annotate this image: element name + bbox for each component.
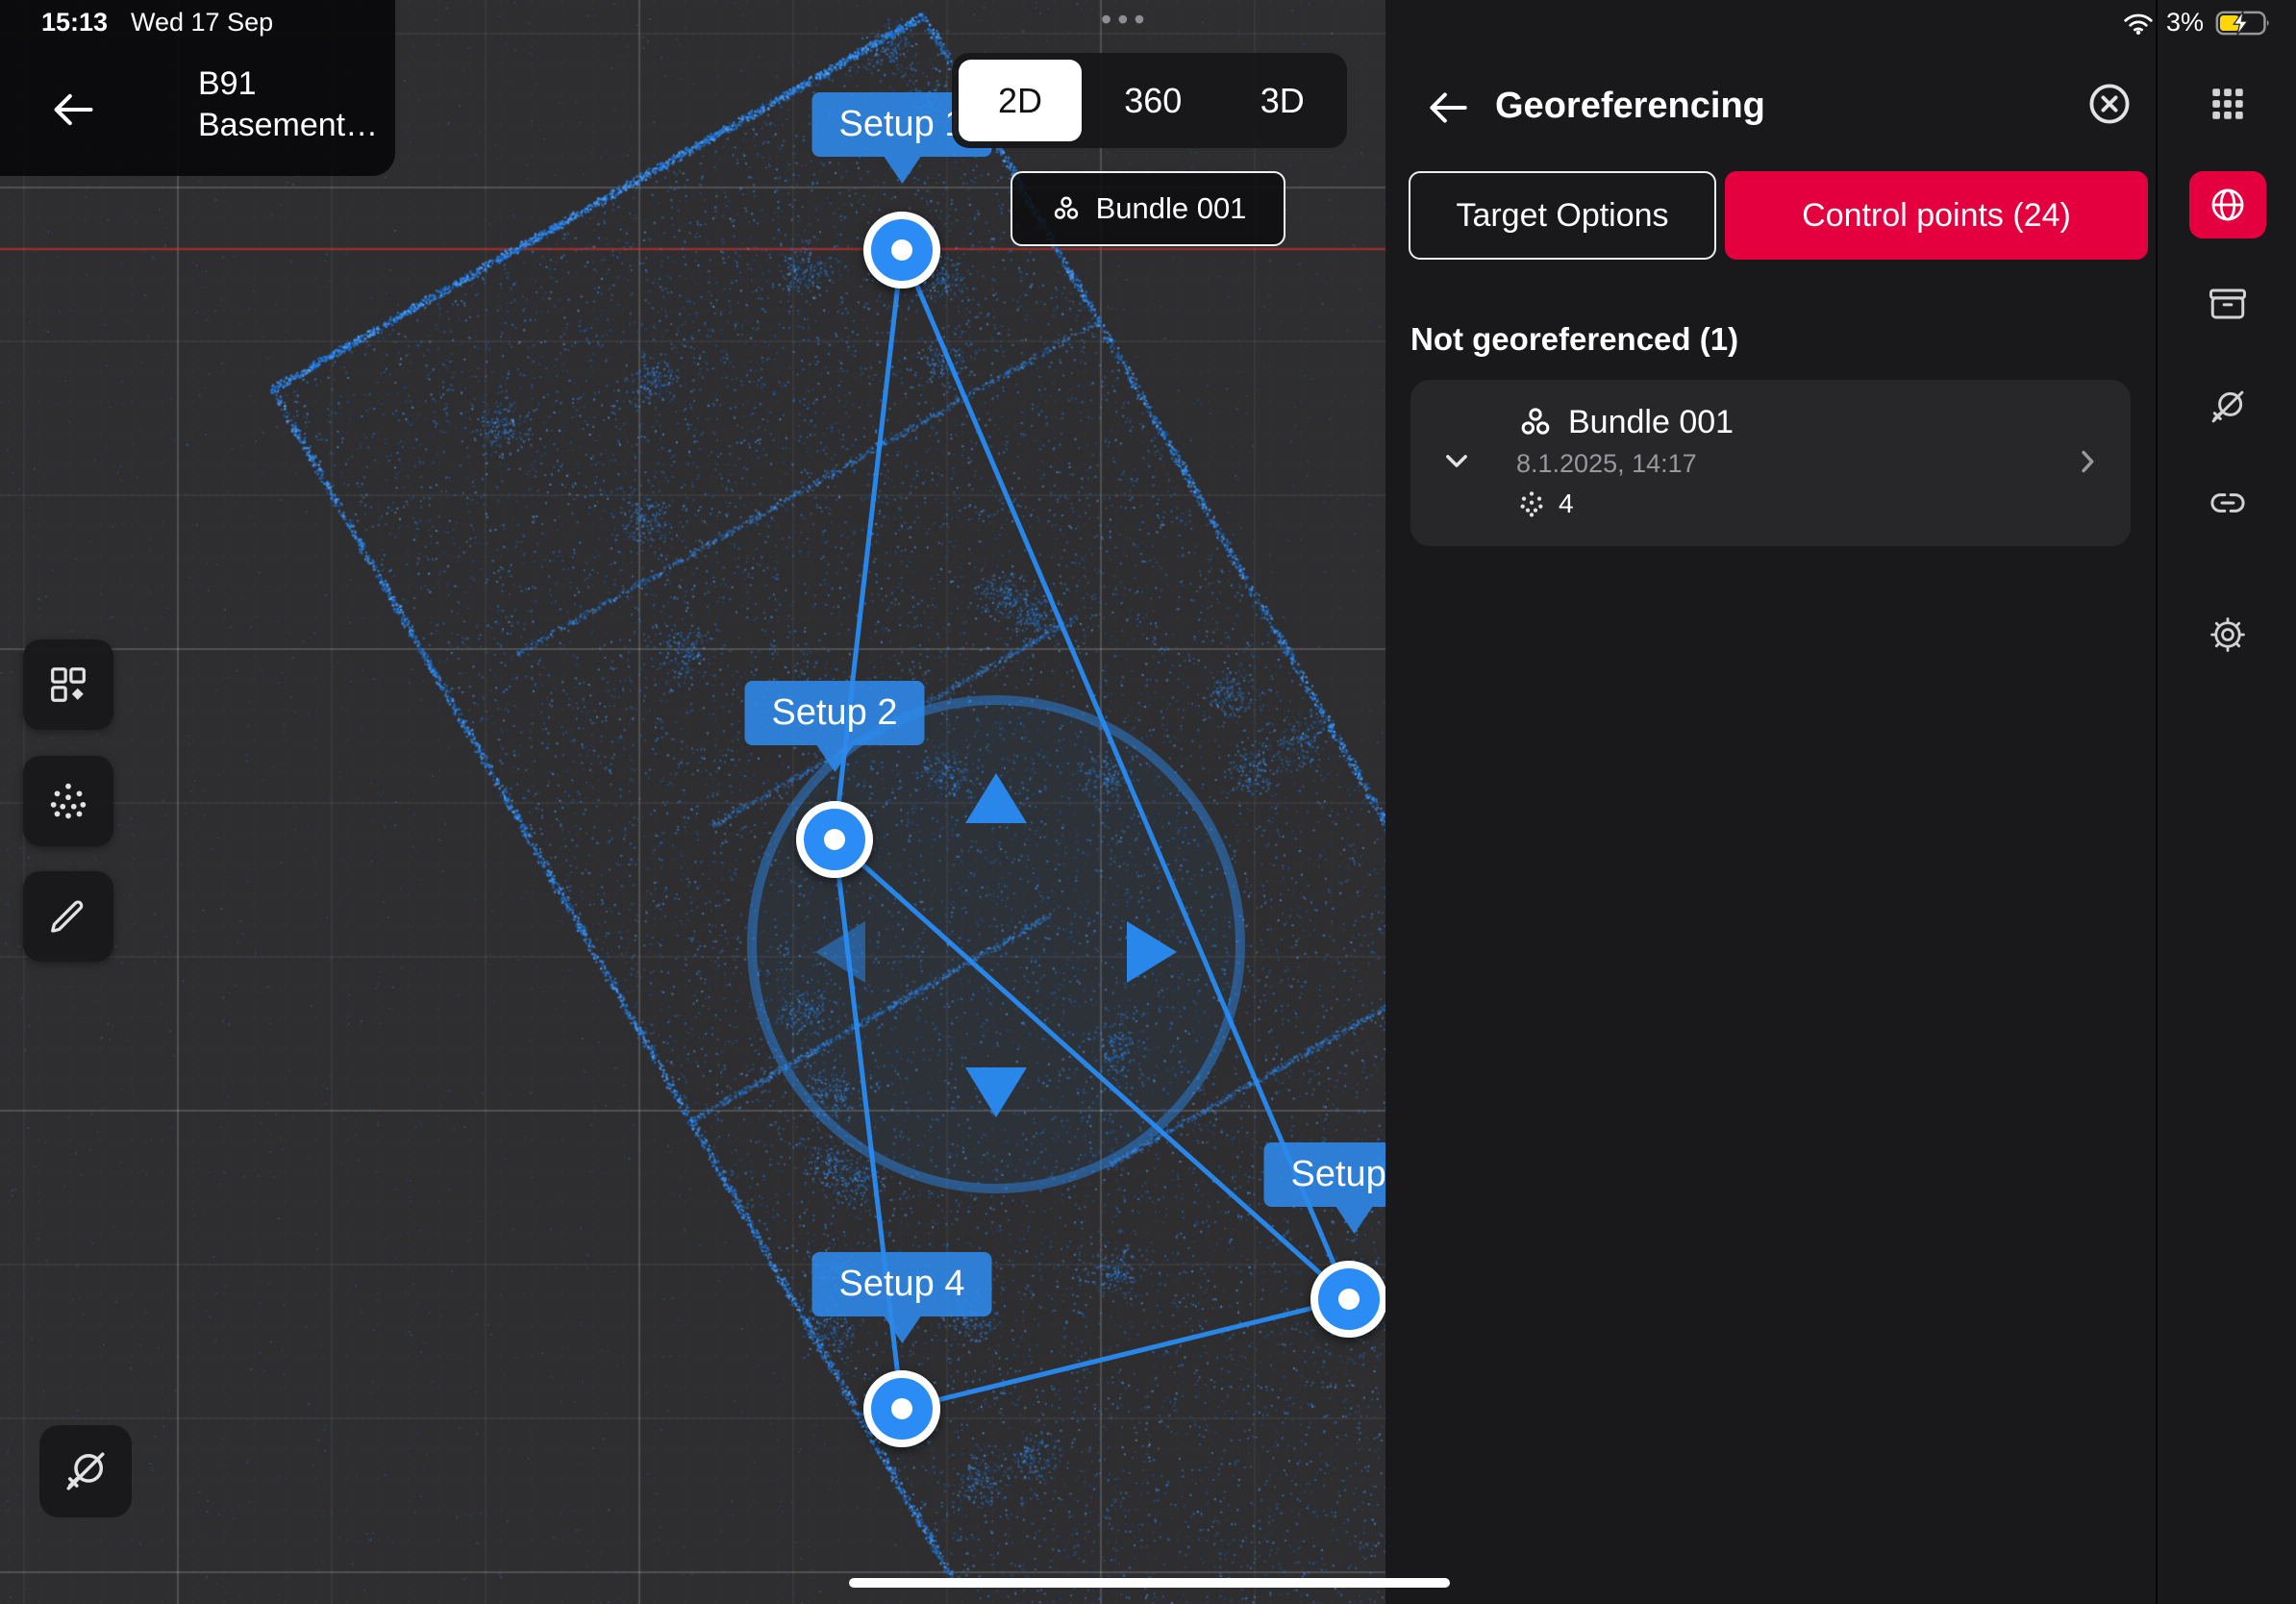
view-layout-button[interactable] <box>23 639 113 730</box>
georeferencing-tool-button[interactable] <box>2189 171 2266 238</box>
settings-button[interactable] <box>2189 601 2266 668</box>
status-date: Wed 17 Sep <box>131 8 273 38</box>
back-arrow-icon <box>48 85 98 135</box>
marker-center-dot <box>891 1398 912 1419</box>
archive-button[interactable] <box>2189 270 2266 338</box>
apps-grid-icon <box>2208 84 2248 124</box>
panel-title: Georeferencing <box>1495 86 1765 127</box>
panel-close-button[interactable] <box>2086 81 2133 130</box>
not-georeferenced-header: Not georeferenced (1) <box>1410 321 1738 358</box>
scan-visibility-button[interactable] <box>2189 373 2266 440</box>
apps-grid-button[interactable] <box>2189 70 2266 138</box>
tool-sidebar <box>2156 0 2296 1604</box>
setup-marker-1[interactable] <box>863 212 940 288</box>
status-time: 15:13 <box>41 8 108 38</box>
setup-marker-2[interactable] <box>796 801 873 878</box>
multitask-indicator[interactable]: ••• <box>1101 2 1151 38</box>
pen-icon <box>46 894 90 939</box>
tab-360[interactable]: 360 <box>1088 53 1218 148</box>
marker-center-dot <box>1338 1289 1360 1310</box>
setup-label-2[interactable]: Setup 2 <box>745 681 925 745</box>
link-icon <box>2208 483 2248 523</box>
bundle-tag-label: Bundle 001 <box>1096 191 1247 226</box>
scan-positions-off-button[interactable] <box>39 1425 132 1517</box>
battery-icon <box>2215 9 2275 38</box>
control-points-button[interactable]: Control points (24) <box>1725 171 2148 260</box>
bundle-icon <box>1516 403 1555 441</box>
setup-marker-3[interactable] <box>1310 1261 1385 1338</box>
bundle-scan-count: 4 <box>1559 489 1574 519</box>
scan-off-icon <box>62 1447 110 1495</box>
point-cloud-icon <box>46 779 90 823</box>
panel-back-button[interactable] <box>1424 84 1472 135</box>
georeferencing-panel: Georeferencing Target Options Control po… <box>1385 0 2156 1604</box>
back-arrow-icon <box>1424 84 1472 132</box>
tab-3d[interactable]: 3D <box>1218 53 1348 148</box>
bundle-card-datetime: 8.1.2025, 14:17 <box>1516 449 1734 479</box>
view-switcher: 2D 360 3D <box>952 53 1347 148</box>
point-cloud-icon <box>1516 489 1547 519</box>
point-cloud-button[interactable] <box>23 756 113 846</box>
bundle-card[interactable]: Bundle 001 8.1.2025, 14:17 4 <box>1410 380 2131 546</box>
tab-2d[interactable]: 2D <box>959 60 1082 141</box>
globe-icon <box>2208 185 2248 225</box>
close-icon <box>2086 81 2133 127</box>
app-screen: Setup 1 Setup 2 Setup 3 Setup 4 <box>0 0 2296 1604</box>
scan-off-icon <box>2208 387 2248 427</box>
status-right-cluster: 3% <box>2122 8 2275 38</box>
bundle-icon <box>1050 192 1083 225</box>
project-title: B91 Basement… <box>198 63 378 146</box>
setup-marker-4[interactable] <box>863 1370 940 1447</box>
target-options-button[interactable]: Target Options <box>1409 171 1716 260</box>
expand-bundle-button[interactable] <box>1437 441 1476 483</box>
gear-icon <box>2208 614 2248 655</box>
chevron-down-icon <box>1437 441 1476 480</box>
marker-center-dot <box>891 239 912 261</box>
wifi-icon <box>2122 11 2155 36</box>
archive-box-icon <box>2208 284 2248 324</box>
setup-label-4[interactable]: Setup 4 <box>812 1252 992 1316</box>
panel-tabs: Target Options Control points (24) <box>1409 171 2148 260</box>
bundle-card-title: Bundle 001 <box>1568 404 1734 441</box>
link-button[interactable] <box>2189 469 2266 537</box>
home-indicator[interactable] <box>849 1578 1450 1588</box>
bundle-card-content: Bundle 001 8.1.2025, 14:17 4 <box>1516 403 1734 519</box>
chevron-right-icon[interactable] <box>2069 443 2106 480</box>
setup-label-3[interactable]: Setup 3 <box>1264 1142 1386 1207</box>
tiles-icon <box>46 663 90 707</box>
project-back-button[interactable] <box>48 85 98 138</box>
draw-button[interactable] <box>23 871 113 962</box>
battery-percent: 3% <box>2166 8 2204 38</box>
marker-center-dot <box>824 829 845 850</box>
bundle-tag-button[interactable]: Bundle 001 <box>1011 171 1285 246</box>
